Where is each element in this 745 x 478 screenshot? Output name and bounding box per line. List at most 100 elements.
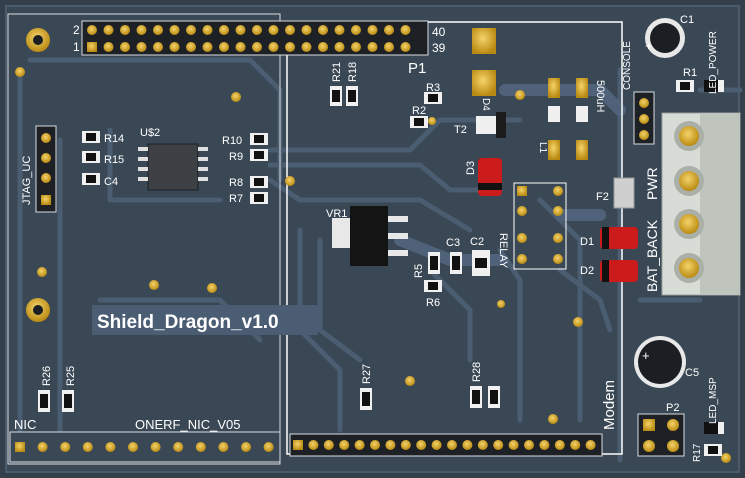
- p1-pin: [367, 42, 378, 52]
- nic-module-label: ONERF_NIC_V05: [135, 417, 240, 432]
- d2-label: D2: [580, 265, 594, 277]
- p1-pin: [103, 25, 114, 35]
- p1-pin: [120, 25, 130, 35]
- diode-d1: [600, 227, 638, 249]
- bat-back-label: BAT_BACK: [644, 219, 660, 292]
- console-pins: [639, 98, 649, 140]
- inductor-pad-bottom: [576, 106, 588, 122]
- p1-pin: [235, 42, 246, 52]
- p1-pin-40-label: 40: [432, 25, 446, 39]
- p1-pin: [351, 42, 361, 52]
- modem-pin: [462, 440, 473, 450]
- terminal-block-side: [700, 113, 740, 295]
- board-title: Shield_Dragon_v1.0: [97, 312, 279, 333]
- nic-pin: [241, 442, 251, 452]
- p1-pin: [103, 42, 114, 52]
- capacitor-c2-body: [475, 258, 487, 268]
- c5-label: C5: [685, 367, 699, 379]
- led-power-label: LED_POWER: [708, 31, 719, 94]
- console-label: CONSOLE: [622, 41, 633, 90]
- diode-d3: [496, 112, 506, 138]
- r13-label: R14: [104, 133, 124, 145]
- p1-pin: [285, 25, 295, 35]
- header-p1: [81, 20, 429, 56]
- p1-pin: [268, 25, 279, 35]
- modem-pin: [493, 440, 504, 450]
- header-modem-bottom: [289, 433, 603, 457]
- r6-label: R6: [426, 297, 440, 309]
- p1-pin: [268, 42, 279, 52]
- c3-label: C3: [446, 237, 460, 249]
- nic-pin: [218, 442, 229, 452]
- r26-label: R27: [361, 364, 373, 384]
- pwr-label: PWR: [644, 167, 660, 200]
- modem-pin: [400, 440, 411, 450]
- nic-pin: [60, 442, 71, 452]
- p1-pin-39-label: 39: [432, 41, 446, 55]
- p1-pin: [301, 25, 312, 35]
- modem-pin: [308, 440, 319, 450]
- r27-label: R28: [471, 362, 483, 382]
- p1-pin: [400, 25, 411, 35]
- r5-label: R5: [413, 264, 425, 278]
- ic-u2: [138, 143, 208, 191]
- nic-pin: [263, 442, 274, 452]
- diode-d4: [478, 158, 502, 196]
- r2-label: R2: [412, 105, 426, 117]
- transistor-t2: [476, 116, 496, 134]
- modem-pin: [585, 440, 596, 450]
- p1-pin: [153, 42, 163, 52]
- p1-pin: [252, 42, 262, 52]
- r21-label: R25: [65, 366, 77, 386]
- c4-label: C4: [104, 176, 118, 188]
- jtag-label: JTAG_UC: [21, 156, 33, 205]
- f2-label: F2: [596, 191, 609, 203]
- p1-pin: [87, 25, 97, 35]
- nic-pin: [82, 442, 93, 452]
- nic-pin: [37, 442, 48, 452]
- r3-label: R3: [426, 82, 440, 94]
- c2-label: C2: [470, 236, 484, 248]
- diode-d2: [600, 260, 638, 282]
- p1-pin: [219, 42, 229, 52]
- p1-pin: [318, 42, 328, 52]
- p1-pin: [252, 25, 262, 35]
- p1-pin: [186, 25, 196, 35]
- p1-pin: [87, 42, 97, 52]
- u2-label: U$2: [140, 127, 160, 139]
- p1-label: P1: [408, 60, 426, 77]
- modem-pin: [323, 440, 334, 450]
- modem-pin: [447, 440, 457, 450]
- vr1-label: VR1: [326, 208, 347, 220]
- c5-plus-mark: +: [642, 348, 650, 363]
- fuse-f2: [613, 177, 635, 209]
- p1-pin: [367, 25, 378, 35]
- nic-pin: [173, 442, 184, 452]
- p1-pin: [120, 42, 130, 52]
- modem-pin: [554, 440, 565, 450]
- d4-label: D3: [465, 161, 477, 175]
- modem-pin: [370, 440, 380, 450]
- r14-label: R15: [104, 154, 124, 166]
- p1-pin: [235, 25, 246, 35]
- r1-label: R1: [683, 67, 697, 79]
- p1-pin: [202, 42, 213, 52]
- d3-label: D4: [480, 98, 491, 111]
- modem-pin: [570, 440, 581, 450]
- p1-pin: [186, 42, 196, 52]
- p1-pin: [202, 25, 213, 35]
- p1-pin: [384, 25, 394, 35]
- p1-pin: [169, 42, 180, 52]
- p1-pin: [400, 42, 411, 52]
- nic-pin: [105, 442, 116, 452]
- p1-pin: [219, 25, 229, 35]
- r10-label: R10: [222, 135, 242, 147]
- pcb-board: 2 1 40 39 P1 NIC ONERF_NIC_V05 Modem JTA…: [0, 0, 745, 478]
- modem-pin: [524, 440, 534, 450]
- nic-pin: [15, 442, 25, 452]
- modem-pin: [339, 440, 350, 450]
- r25-label: R26: [41, 366, 53, 386]
- inductor-pad-top: [548, 106, 560, 122]
- p1-pin: [301, 42, 312, 52]
- relay-label: RELAY: [497, 233, 509, 269]
